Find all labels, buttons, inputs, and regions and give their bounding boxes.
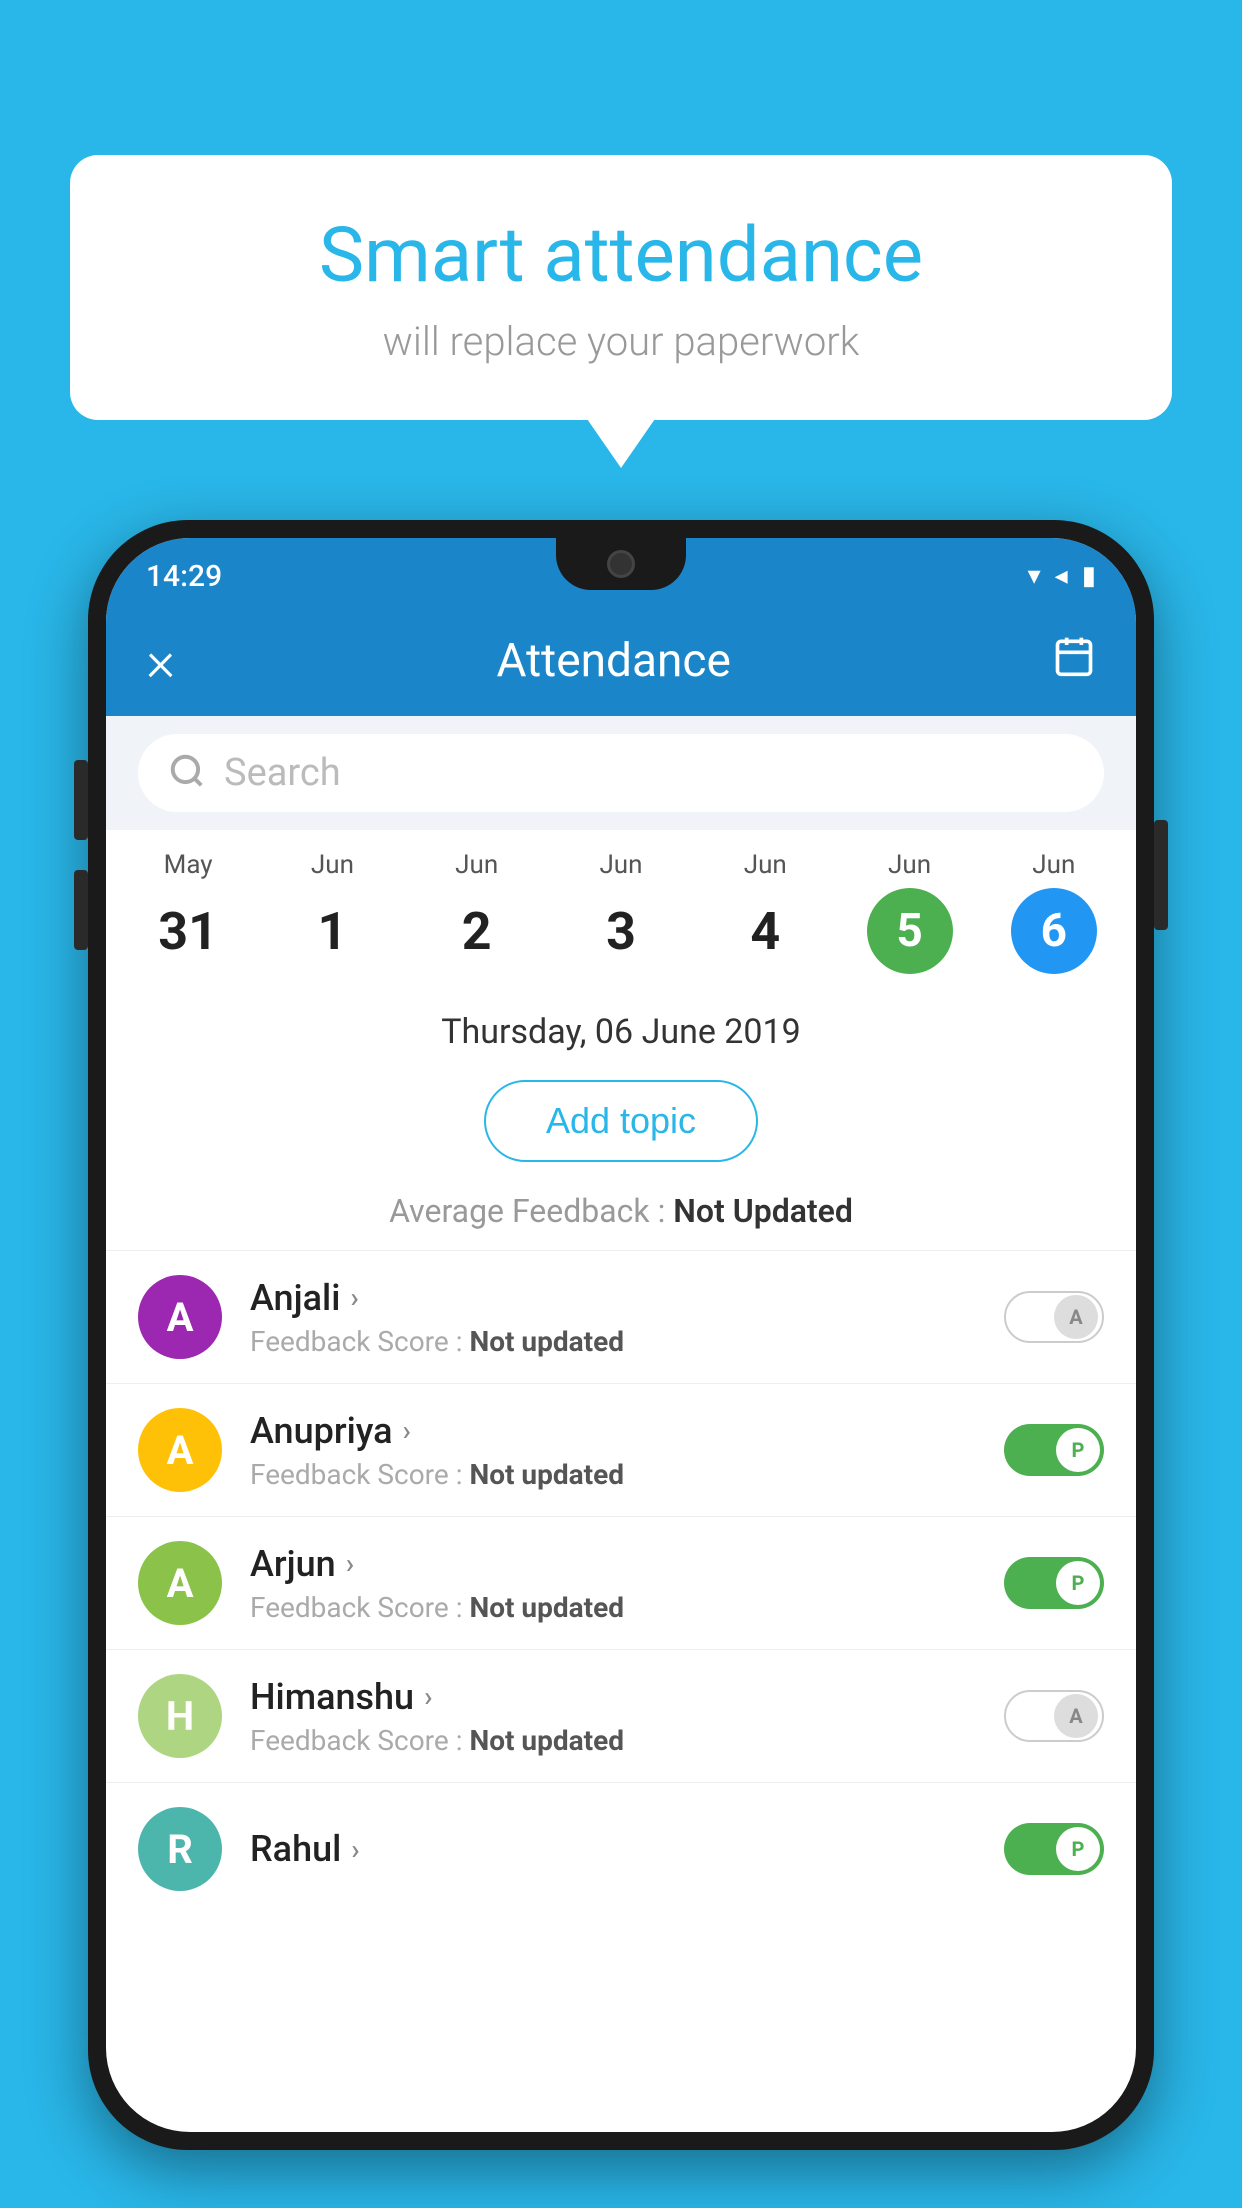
- search-bar[interactable]: Search: [138, 734, 1104, 812]
- student-name-text: Rahul: [250, 1828, 341, 1870]
- status-icons: ▾ ◂ ▮: [1028, 561, 1096, 591]
- student-avatar: A: [138, 1541, 222, 1625]
- feedback-label: Feedback Score :: [250, 1591, 462, 1624]
- attendance-toggle-absent[interactable]: A: [1004, 1291, 1104, 1343]
- volume-up-button: [74, 760, 88, 840]
- feedback-value: Not updated: [469, 1591, 624, 1624]
- student-info: Rahul ›: [250, 1828, 1004, 1870]
- attendance-toggle-absent[interactable]: A: [1004, 1690, 1104, 1742]
- phone-screen: 14:29 ▾ ◂ ▮ × Attendance: [106, 538, 1136, 2132]
- chevron-right-icon: ›: [350, 1281, 358, 1314]
- volume-down-button: [74, 870, 88, 950]
- attendance-toggle-present[interactable]: P: [1004, 1823, 1104, 1875]
- feedback-value: Not updated: [469, 1458, 624, 1491]
- feedback-label: Feedback Score :: [250, 1724, 462, 1757]
- chevron-right-icon: ›: [403, 1414, 411, 1447]
- toggle-knob: A: [1054, 1295, 1098, 1339]
- student-name-text: Himanshu: [250, 1676, 414, 1718]
- student-avatar: R: [138, 1807, 222, 1891]
- phone-container: 14:29 ▾ ◂ ▮ × Attendance: [88, 520, 1154, 2208]
- phone-notch: [556, 538, 686, 590]
- speech-bubble: Smart attendance will replace your paper…: [70, 155, 1172, 420]
- student-name-text: Arjun: [250, 1543, 336, 1585]
- student-info: Anjali › Feedback Score : Not updated: [250, 1277, 1004, 1358]
- calendar-day-jun4[interactable]: Jun 4: [693, 850, 837, 988]
- avg-feedback: Average Feedback : Not Updated: [106, 1182, 1136, 1250]
- toggle-knob: P: [1056, 1428, 1100, 1472]
- speech-bubble-subtitle: will replace your paperwork: [130, 318, 1112, 365]
- calendar-day-jun3[interactable]: Jun 3: [549, 850, 693, 988]
- student-name-text: Anjali: [250, 1277, 340, 1319]
- calendar-day-may31[interactable]: May 31: [116, 850, 260, 988]
- toggle-knob: A: [1054, 1694, 1098, 1738]
- wifi-icon: ▾: [1028, 561, 1041, 591]
- student-item[interactable]: A Anupriya › Feedback Score : Not update…: [106, 1383, 1136, 1516]
- search-icon: [168, 752, 206, 794]
- feedback-value: Not updated: [469, 1724, 624, 1757]
- calendar-icon[interactable]: [1052, 634, 1096, 688]
- search-container: Search: [106, 716, 1136, 830]
- calendar-day-jun1[interactable]: Jun 1: [260, 850, 404, 988]
- calendar-day-jun5[interactable]: Jun 5: [837, 850, 981, 988]
- calendar-day-jun6[interactable]: Jun 6: [982, 850, 1126, 988]
- student-name-text: Anupriya: [250, 1410, 393, 1452]
- speech-bubble-container: Smart attendance will replace your paper…: [70, 155, 1172, 420]
- app-header: × Attendance: [106, 606, 1136, 716]
- close-button[interactable]: ×: [146, 633, 175, 689]
- battery-icon: ▮: [1082, 561, 1096, 591]
- student-info: Arjun › Feedback Score : Not updated: [250, 1543, 1004, 1624]
- toggle-knob: P: [1056, 1827, 1100, 1871]
- student-avatar: A: [138, 1408, 222, 1492]
- student-info: Anupriya › Feedback Score : Not updated: [250, 1410, 1004, 1491]
- chevron-right-icon: ›: [424, 1680, 432, 1713]
- calendar-row: May 31 Jun 1 Jun 2 Jun 3: [106, 830, 1136, 988]
- app-title: Attendance: [496, 634, 730, 688]
- chevron-right-icon: ›: [351, 1833, 359, 1866]
- signal-icon: ◂: [1055, 561, 1068, 591]
- search-input[interactable]: Search: [224, 751, 341, 795]
- attendance-toggle-present[interactable]: P: [1004, 1557, 1104, 1609]
- feedback-label: Feedback Score :: [250, 1325, 462, 1358]
- attendance-toggle-present[interactable]: P: [1004, 1424, 1104, 1476]
- student-avatar: A: [138, 1275, 222, 1359]
- power-button: [1154, 820, 1168, 930]
- calendar-day-jun2[interactable]: Jun 2: [405, 850, 549, 988]
- status-time: 14:29: [146, 559, 222, 594]
- add-topic-button[interactable]: Add topic: [484, 1080, 758, 1162]
- student-list: A Anjali › Feedback Score : Not updated …: [106, 1250, 1136, 1915]
- feedback-label: Feedback Score :: [250, 1458, 462, 1491]
- camera: [607, 550, 635, 578]
- speech-bubble-title: Smart attendance: [130, 210, 1112, 300]
- student-item[interactable]: H Himanshu › Feedback Score : Not update…: [106, 1649, 1136, 1782]
- phone-frame: 14:29 ▾ ◂ ▮ × Attendance: [88, 520, 1154, 2150]
- toggle-knob: P: [1056, 1561, 1100, 1605]
- add-topic-container: Add topic: [106, 1070, 1136, 1182]
- student-info: Himanshu › Feedback Score : Not updated: [250, 1676, 1004, 1757]
- student-avatar: H: [138, 1674, 222, 1758]
- student-item[interactable]: R Rahul › P: [106, 1782, 1136, 1915]
- student-item[interactable]: A Anjali › Feedback Score : Not updated …: [106, 1250, 1136, 1383]
- chevron-right-icon: ›: [346, 1547, 354, 1580]
- selected-date: Thursday, 06 June 2019: [106, 988, 1136, 1070]
- student-item[interactable]: A Arjun › Feedback Score : Not updated P: [106, 1516, 1136, 1649]
- feedback-value: Not updated: [469, 1325, 624, 1358]
